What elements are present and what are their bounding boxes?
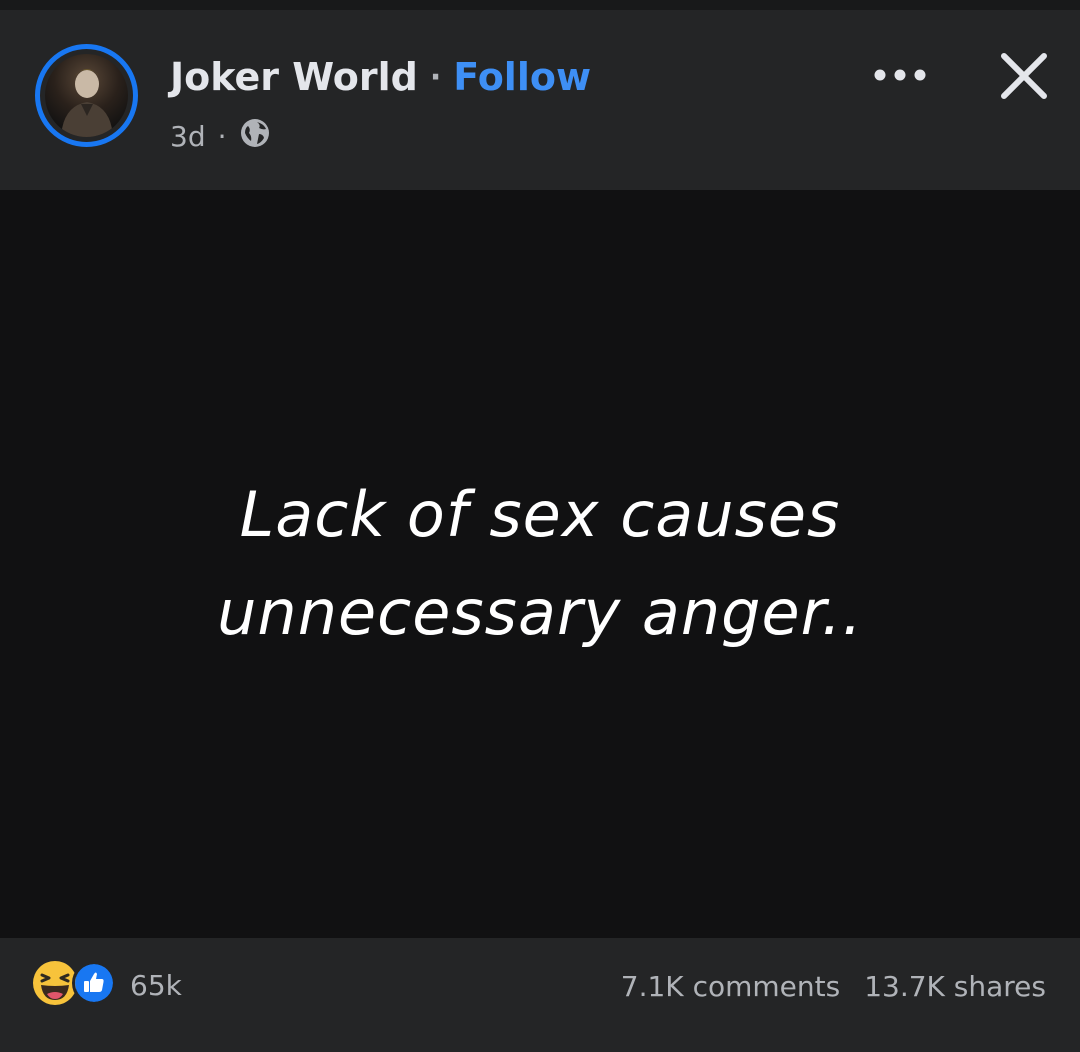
title-separator: ·	[429, 59, 442, 95]
post-meta: 3d ·	[170, 118, 271, 154]
post-stats: 7.1K comments 13.7K shares	[621, 964, 1046, 1008]
post-header: Joker World · Follow 3d ·	[0, 10, 1080, 190]
close-icon	[999, 51, 1049, 105]
like-reaction-icon	[72, 961, 116, 1009]
post-time[interactable]: 3d	[170, 120, 206, 153]
post-footer: 65k 7.1K comments 13.7K shares	[0, 938, 1080, 1052]
more-options-button[interactable]	[868, 54, 932, 98]
post-text: Lack of sex causes unnecessary anger..	[90, 466, 990, 662]
meta-separator: ·	[217, 119, 227, 153]
avatar-image	[45, 54, 128, 137]
reaction-count: 65k	[130, 968, 182, 1002]
reactions-summary[interactable]: 65k	[32, 961, 182, 1009]
comments-count[interactable]: 7.1K comments	[621, 970, 840, 1003]
post-content[interactable]: Lack of sex causes unnecessary anger..	[0, 190, 1080, 938]
avatar[interactable]	[35, 44, 138, 147]
more-options-icon	[872, 67, 928, 86]
follow-button[interactable]: Follow	[453, 55, 591, 99]
post-title-row: Joker World · Follow	[170, 52, 591, 102]
close-button[interactable]	[992, 46, 1056, 110]
shares-count[interactable]: 13.7K shares	[864, 970, 1046, 1003]
status-strip	[0, 0, 1080, 10]
post-text-line-1: Lack of sex causes	[239, 478, 841, 551]
post-text-line-2: unnecessary anger..	[217, 576, 863, 649]
page-name[interactable]: Joker World	[170, 55, 418, 99]
globe-icon	[239, 117, 271, 156]
